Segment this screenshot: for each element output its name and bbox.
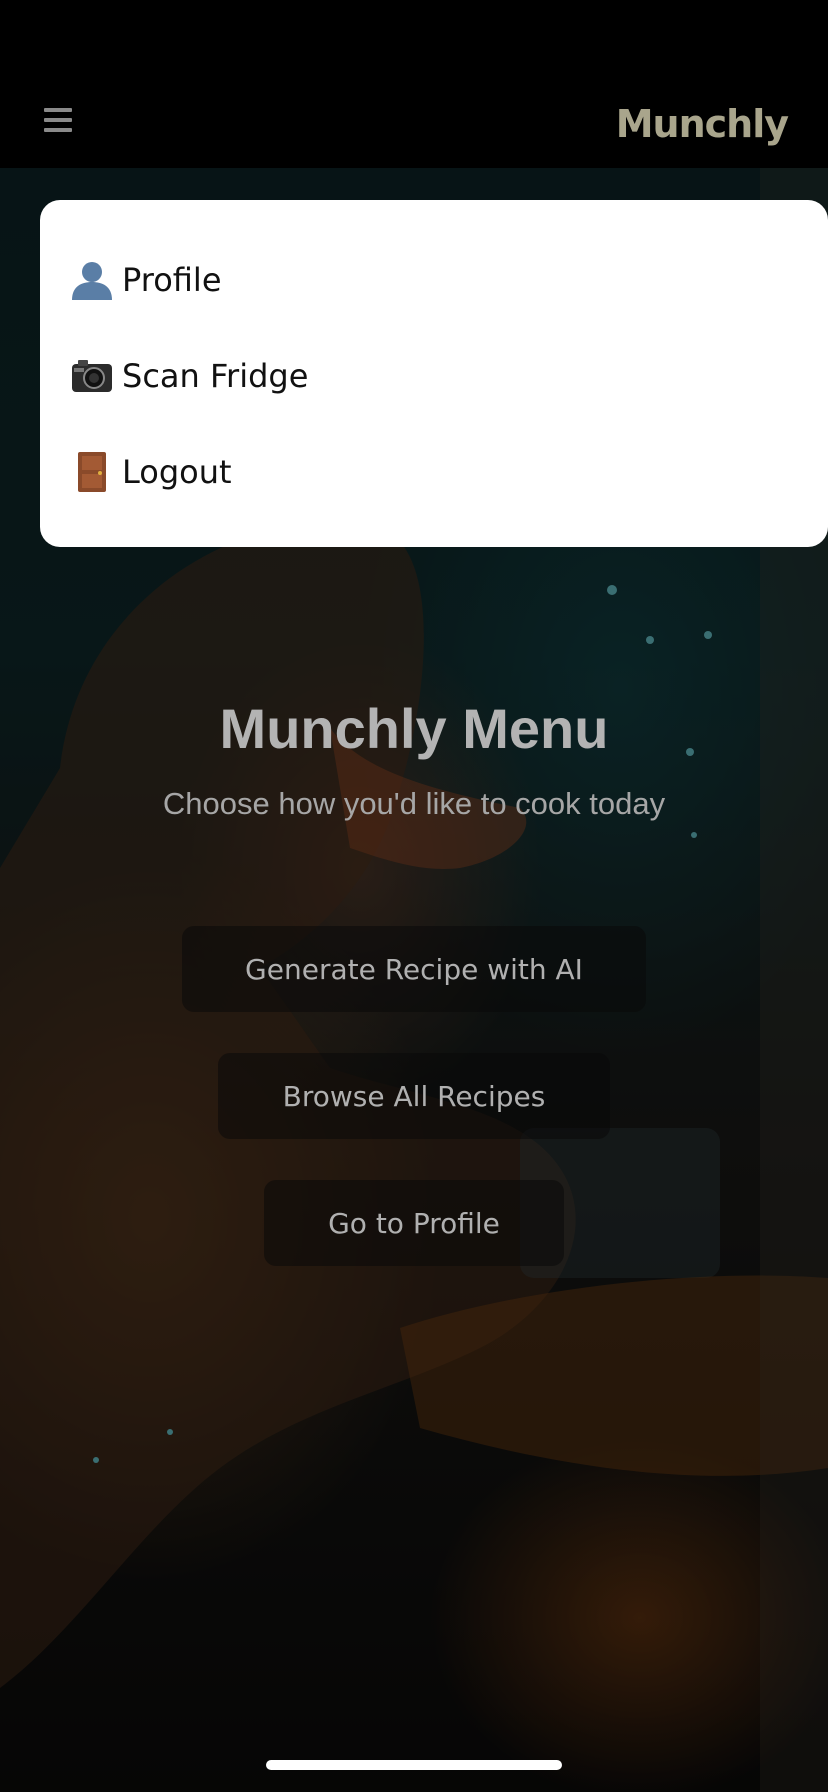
hamburger-line (44, 108, 72, 112)
top-header: Munchly (0, 0, 828, 168)
menu-item-label: Scan Fridge (122, 357, 309, 395)
home-indicator[interactable] (266, 1760, 562, 1770)
camera-icon (72, 360, 112, 392)
menu-item-logout[interactable]: Logout (70, 444, 232, 500)
browse-recipes-button[interactable]: Browse All Recipes (218, 1053, 610, 1139)
brand-logo-text[interactable]: Munchly (616, 102, 789, 146)
nav-dropdown-menu: Profile Scan Fridge Logout (40, 200, 828, 547)
page-title: Munchly Menu (219, 697, 609, 760)
door-icon (78, 452, 106, 492)
menu-item-label: Profile (122, 261, 222, 299)
hamburger-icon[interactable] (44, 108, 72, 132)
go-to-profile-button[interactable]: Go to Profile (264, 1180, 564, 1266)
hamburger-line (44, 128, 72, 132)
munchly-menu-screen: Munchly Profile Scan Fridge Logout Munch… (0, 0, 828, 1792)
hamburger-line (44, 118, 72, 122)
menu-item-label: Logout (122, 453, 232, 491)
menu-item-scan-fridge[interactable]: Scan Fridge (70, 348, 308, 404)
user-silhouette-icon (72, 262, 112, 300)
generate-recipe-ai-button[interactable]: Generate Recipe with AI (182, 926, 646, 1012)
page-subtitle: Choose how you'd like to cook today (162, 786, 666, 821)
menu-item-profile[interactable]: Profile (70, 252, 222, 308)
